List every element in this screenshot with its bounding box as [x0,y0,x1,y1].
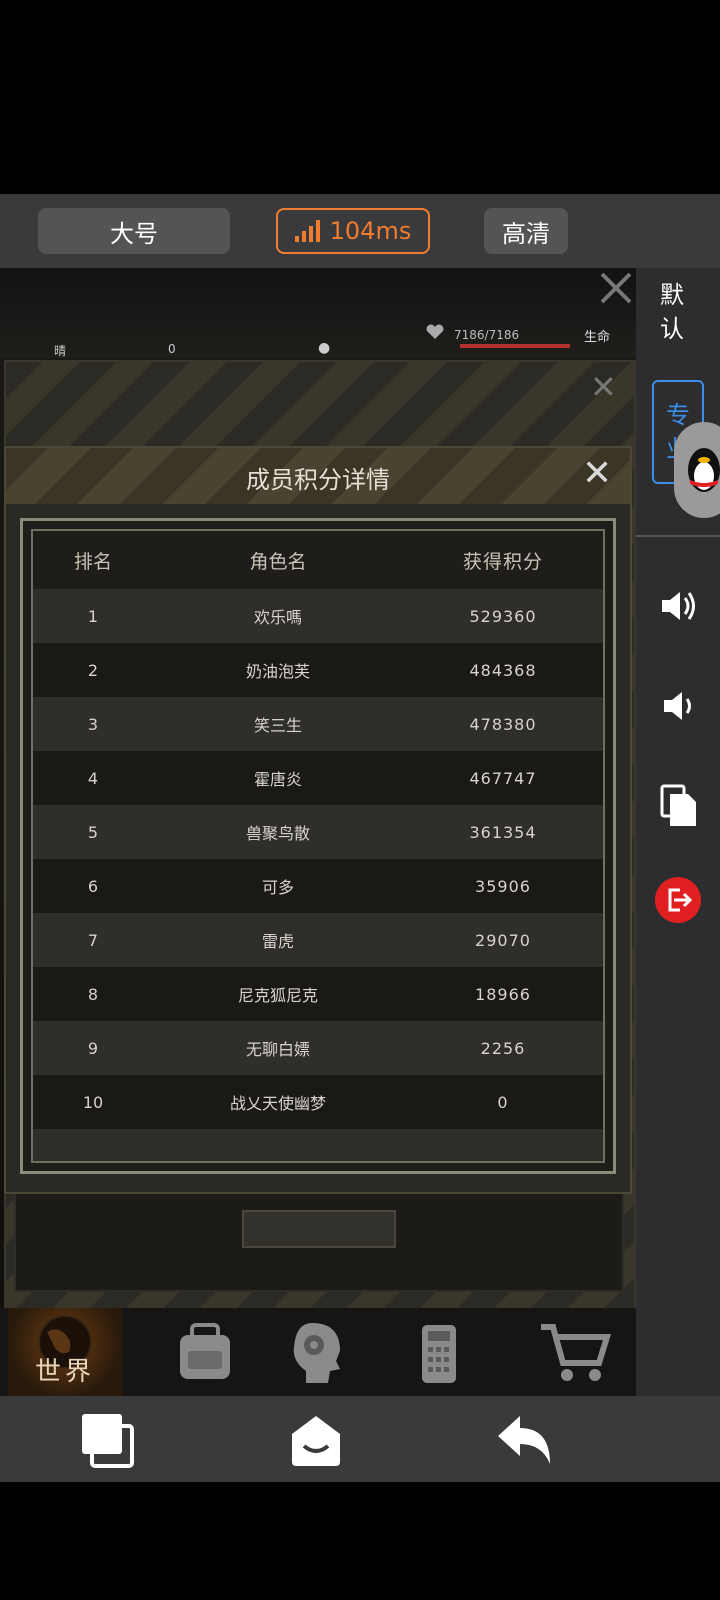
close-icon [600,272,632,304]
table-row[interactable]: 5 兽聚鸟散 361354 [33,805,603,859]
name-cell: 霍唐炎 [253,770,302,789]
backpack-icon [180,1323,230,1379]
score-cell: 0 [497,1092,509,1112]
exit-button[interactable] [654,876,702,924]
hp-text: 7186/7186 [454,328,520,342]
cart-icon [541,1324,612,1381]
nav-radio[interactable] [384,1308,494,1396]
score-table[interactable]: 排名 角色名 获得积分 1 欢乐嗎 529360 2 奶油泡芙 484368 3… [31,529,605,1163]
rank-cell: 10 [82,1092,104,1112]
score-table-frame: 排名 角色名 获得积分 1 欢乐嗎 529360 2 奶油泡芙 484368 3… [20,518,616,1174]
latency-indicator[interactable]: 104ms [276,208,430,254]
name-cell: 可多 [261,878,294,897]
home-icon [292,1416,340,1466]
heart-icon [426,324,444,339]
signal-icon [294,220,320,242]
column-rank: 排名 [73,550,112,573]
name-cell: 笑三生 [253,716,302,735]
rank-cell: 5 [87,822,99,842]
side-divider [636,535,720,537]
name-cell: 雷虎 [261,932,294,951]
name-cell: 奶油泡芙 [245,662,310,681]
game-viewport: 晴 0 ● 7186/7186 生命 ✕ 成员积分详情 ✕ 排名 角色名 获得积… [0,268,636,1396]
dialog-title: 成员积分详情 [246,466,390,494]
name-cell: 无聊白嫖 [245,1040,310,1059]
mode-default-button[interactable]: 默认 [652,278,692,346]
quality-button[interactable]: 高清 [484,208,568,254]
font-size-button[interactable]: 大号 [38,208,230,254]
table-row[interactable]: 1 欢乐嗎 529360 [33,589,603,643]
column-name: 角色名 [249,550,307,573]
status-hud: 晴 0 ● 7186/7186 生命 [0,268,636,358]
table-row[interactable]: 10 战乂天使幽梦 0 [33,1075,603,1129]
name-cell: 尼克狐尼克 [237,986,318,1005]
radio-icon [422,1325,456,1383]
score-cell: 18966 [475,984,531,1004]
rank-cell: 2 [87,660,99,680]
rank-cell: 1 [87,606,99,626]
nav-skills[interactable] [262,1308,372,1396]
score-cell: 29070 [475,930,531,950]
name-cell: 欢乐嗎 [253,608,302,627]
back-button[interactable] [494,1410,554,1470]
nav-backpack[interactable] [150,1308,260,1396]
rank-cell: 8 [87,984,99,1004]
rank-cell: 3 [87,714,99,734]
home-button[interactable] [286,1410,346,1470]
person-icon: ● [318,340,331,356]
score-cell: 35906 [475,876,531,896]
table-row[interactable]: 9 无聊白嫖 2256 [33,1021,603,1075]
back-icon [498,1416,550,1464]
column-score: 获得积分 [462,550,543,573]
latency-value: 104ms [329,217,412,245]
life-label: 生命 [584,330,611,345]
volume-down-icon [664,692,691,720]
copy-icon [660,784,696,826]
rank-cell: 4 [87,768,99,788]
score-cell: 467747 [469,768,537,788]
score-cell: 484368 [469,660,537,680]
table-header: 排名 角色名 获得积分 [33,531,603,589]
score-cell: 529360 [469,606,537,626]
exit-icon [655,877,701,923]
score-cell: 361354 [469,822,537,842]
rank-cell: 6 [87,876,99,896]
system-nav-bar [0,1396,720,1482]
game-nav-bar: 世界 [0,1308,636,1396]
close-icon[interactable]: ✕ [582,454,612,494]
name-cell: 战乂天使幽梦 [229,1094,326,1113]
rank-cell: 9 [87,1038,99,1058]
nav-shop[interactable] [520,1308,630,1396]
copy-button[interactable] [654,782,702,830]
background-close-icon[interactable]: ✕ [590,368,617,406]
volume-down-button[interactable] [654,682,702,730]
name-cell: 兽聚鸟散 [245,824,310,843]
score-cell: 478380 [469,714,537,734]
table-row[interactable]: 4 霍唐炎 467747 [33,751,603,805]
table-row[interactable]: 3 笑三生 478380 [33,697,603,751]
nav-world[interactable]: 世界 [8,1308,122,1396]
table-row[interactable]: 8 尼克狐尼克 18966 [33,967,603,1021]
member-score-dialog: 成员积分详情 ✕ 排名 角色名 获得积分 1 欢乐嗎 529360 2 奶油泡芙… [4,446,632,1194]
cloud-toolbar: 大号 104ms 高清 [0,194,720,268]
background-panel-button[interactable] [242,1210,396,1248]
table-row[interactable]: 7 雷虎 29070 [33,913,603,967]
multitask-button[interactable] [76,1410,136,1470]
nav-world-label: 世界 [34,1357,95,1387]
qq-float-button[interactable] [674,422,720,518]
qq-penguin-icon [688,448,720,492]
radiation-value: 0 [168,342,176,356]
weather-label: 晴 [54,344,67,358]
table-row[interactable]: 6 可多 35906 [33,859,603,913]
table-row-partial[interactable] [33,1129,603,1161]
score-cell: 2256 [480,1038,526,1058]
volume-up-icon [662,592,695,620]
rank-cell: 7 [87,930,99,950]
hp-bar [460,344,570,348]
head-gear-icon [293,1323,340,1383]
volume-up-button[interactable] [654,582,702,630]
table-row[interactable]: 2 奶油泡芙 484368 [33,643,603,697]
multitask-icon [82,1414,134,1468]
